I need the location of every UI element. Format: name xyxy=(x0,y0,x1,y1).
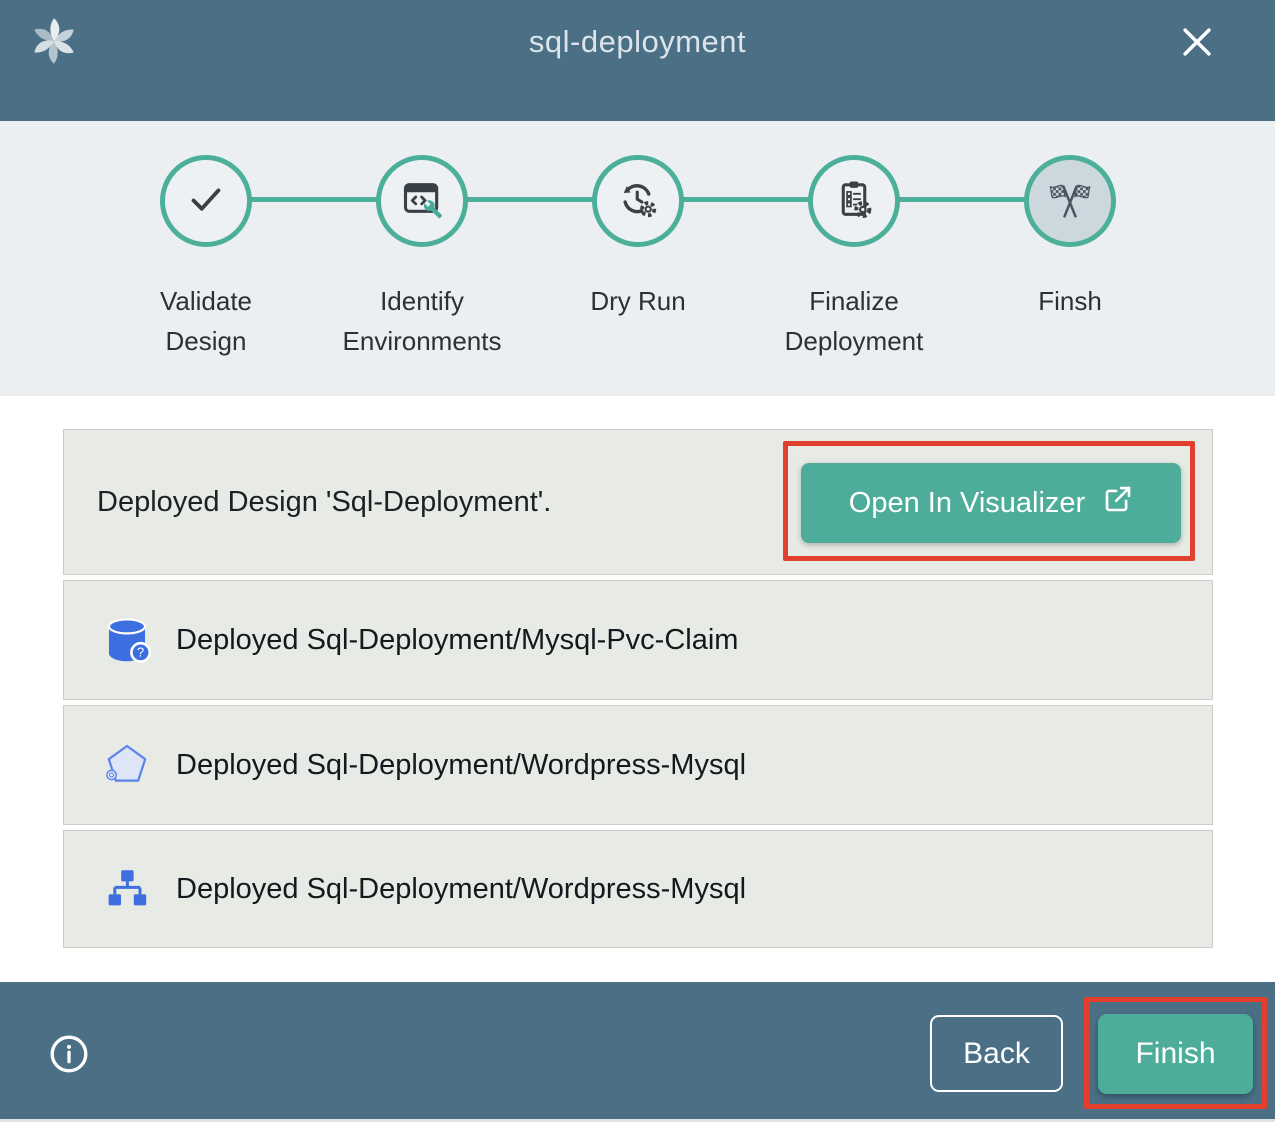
close-button[interactable] xyxy=(1174,20,1220,66)
step-label: FinalizeDeployment xyxy=(785,281,924,361)
clipboard-gear-icon xyxy=(831,176,877,227)
step-finish: Finsh xyxy=(962,155,1178,361)
step-label: Finsh xyxy=(1038,281,1102,321)
step-validate-design: ValidateDesign xyxy=(98,155,314,361)
deployed-resource-row: Deployed Sql-Deployment/Wordpress-Mysql xyxy=(63,830,1213,948)
close-icon xyxy=(1176,21,1218,66)
finish-button-label: Finish xyxy=(1135,1037,1215,1071)
back-button[interactable]: Back xyxy=(930,1015,1063,1092)
deployed-resource-text: Deployed Sql-Deployment/Wordpress-Mysql xyxy=(176,831,746,947)
step-circle-dry-run[interactable] xyxy=(592,155,684,247)
deployed-resource-row: Deployed Sql-Deployment/Wordpress-Mysql xyxy=(63,705,1213,825)
deployment-summary-row: Deployed Design 'Sql-Deployment'. Open I… xyxy=(63,429,1213,575)
dry-run-icon xyxy=(615,176,661,227)
open-in-visualizer-button[interactable]: Open In Visualizer xyxy=(801,463,1181,543)
finish-button[interactable]: Finish xyxy=(1098,1014,1253,1094)
open-in-visualizer-label: Open In Visualizer xyxy=(849,487,1085,520)
dialog-title: sql-deployment xyxy=(0,24,1275,60)
check-icon xyxy=(183,176,229,227)
deployed-resource-text: Deployed Sql-Deployment/Mysql-Pvc-Claim xyxy=(176,581,738,699)
deployment-stepper: ValidateDesign xyxy=(0,121,1275,396)
dialog-footer: Back Finish xyxy=(0,982,1275,1122)
step-label: IdentifyEnvironments xyxy=(343,281,502,361)
deployment-summary-text: Deployed Design 'Sql-Deployment'. xyxy=(97,430,551,574)
step-circle-validate-design[interactable] xyxy=(160,155,252,247)
dialog-header: sql-deployment xyxy=(0,0,1275,121)
stepper-steps: ValidateDesign xyxy=(98,155,1178,361)
back-button-label: Back xyxy=(963,1037,1030,1071)
info-icon xyxy=(48,1033,90,1078)
info-button[interactable] xyxy=(48,1034,90,1076)
hierarchy-icon xyxy=(94,831,160,947)
step-identify-environments: IdentifyEnvironments xyxy=(314,155,530,361)
step-circle-identify-environments[interactable] xyxy=(376,155,468,247)
database-icon: ? xyxy=(94,581,160,699)
finish-flags-icon xyxy=(1045,174,1095,229)
step-label: ValidateDesign xyxy=(160,281,252,361)
step-finalize-deployment: FinalizeDeployment xyxy=(746,155,962,361)
deployment-dialog: sql-deployment Vali xyxy=(0,0,1275,1122)
pentagon-icon xyxy=(94,706,160,824)
step-circle-finish[interactable] xyxy=(1024,155,1116,247)
step-dry-run: Dry Run xyxy=(530,155,746,361)
external-link-icon xyxy=(1103,484,1133,522)
deployed-resource-row: ? Deployed Sql-Deployment/Mysql-Pvc-Clai… xyxy=(63,580,1213,700)
deployed-resource-text: Deployed Sql-Deployment/Wordpress-Mysql xyxy=(176,706,746,824)
step-circle-finalize-deployment[interactable] xyxy=(808,155,900,247)
code-wrench-icon xyxy=(400,177,444,226)
svg-text:?: ? xyxy=(137,645,144,660)
step-label: Dry Run xyxy=(590,281,685,321)
